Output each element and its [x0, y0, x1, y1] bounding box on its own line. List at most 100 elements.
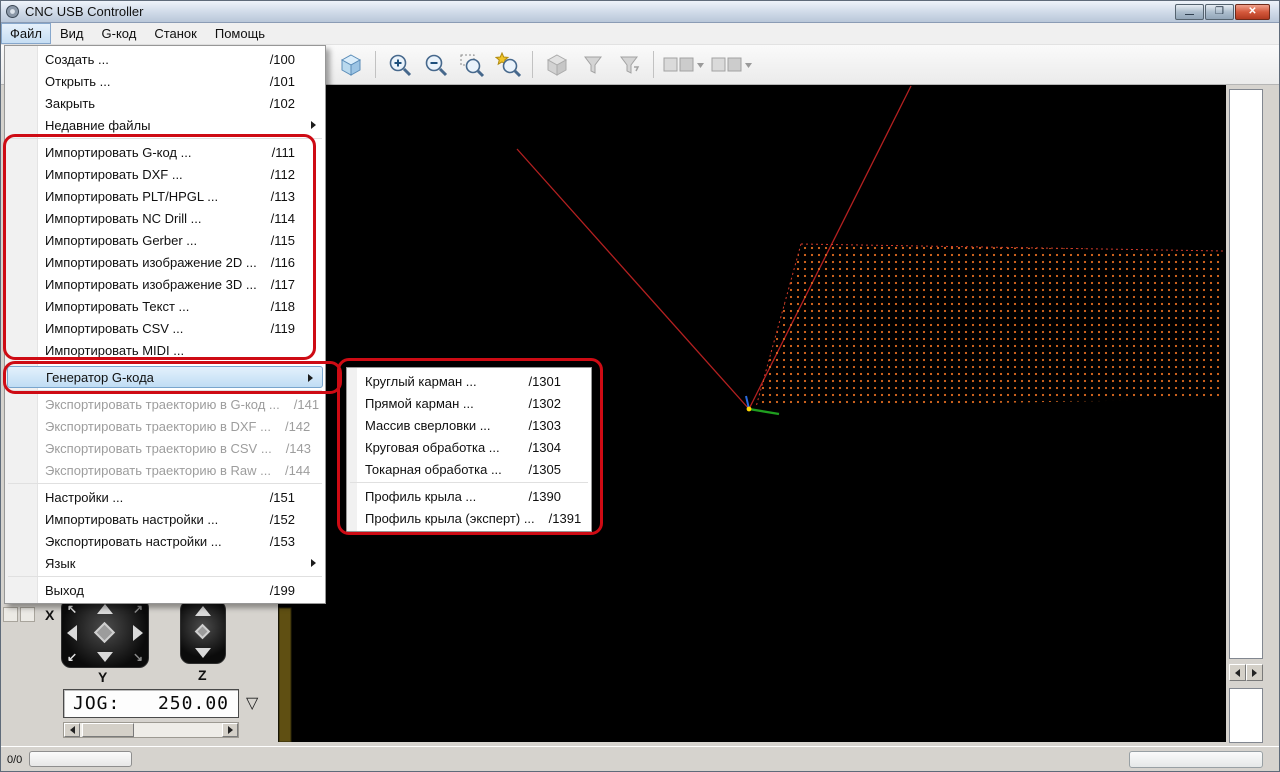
jog-z-minus-arrow[interactable] — [195, 648, 211, 658]
zoom-in-icon[interactable] — [382, 49, 418, 81]
menu-item-shortcut: /114 — [270, 210, 295, 226]
menu-item-shortcut: /143 — [285, 440, 311, 456]
menubar: Файл Вид G-код Станок Помощь — [1, 23, 1279, 45]
menu-item[interactable]: Профиль крыла (эксперт) ... /1391 — [347, 507, 591, 529]
menu-item-shortcut: /102 — [269, 95, 295, 111]
jog-center-stop[interactable] — [93, 621, 116, 644]
menu-item[interactable]: Импортировать Gerber ... /115 — [5, 229, 325, 251]
menu-item[interactable]: Импортировать изображение 2D ... /116 — [5, 251, 325, 273]
menu-item[interactable]: Токарная обработка ... /1305 — [347, 458, 591, 480]
menu-separator — [8, 483, 322, 484]
menubar-item[interactable]: Станок — [145, 23, 206, 44]
menu-item-shortcut: /1302 — [528, 395, 561, 411]
scroll-left-button[interactable] — [1229, 664, 1246, 681]
clipped-toolbar-icon — [3, 607, 18, 622]
jog-x-minus-arrow[interactable] — [67, 625, 77, 641]
jog-z-plus-arrow[interactable] — [195, 606, 211, 616]
menu-item-label: Настройки ... — [45, 489, 124, 505]
gcode-generator-submenu-popup: Круглый карман ... /1301 Прямой карман ...… — [346, 367, 592, 532]
menu-item-label: Массив сверловки ... — [365, 417, 491, 433]
menu-item[interactable]: Импортировать Текст ... /118 — [5, 295, 325, 317]
jog-value: 250.00 — [157, 693, 229, 714]
menu-item-label: Круглый карман ... — [365, 373, 477, 389]
jog-diagonal-sw-arrow[interactable]: ↙ — [67, 651, 77, 663]
menu-item[interactable]: Выход/199 — [5, 579, 325, 601]
menu-item-shortcut: /141 — [293, 396, 320, 412]
menu-item[interactable]: Импортировать настройки ... /152 — [5, 508, 325, 530]
maximize-button[interactable] — [1205, 4, 1234, 20]
axis-z-label: Z — [198, 667, 207, 683]
jog-z-center-stop[interactable] — [194, 623, 211, 640]
menu-item-label: Импортировать NC Drill ... — [45, 210, 202, 226]
menu-item-shortcut: /112 — [270, 166, 295, 182]
toolbar-separator — [375, 51, 376, 78]
close-button[interactable] — [1235, 4, 1270, 20]
jog-y-minus-arrow[interactable] — [97, 652, 113, 662]
window-buttons — [1174, 4, 1270, 20]
menu-item-label: Импортировать DXF ... — [45, 166, 183, 182]
menu-item[interactable]: Недавние файлы — [5, 114, 325, 136]
menu-item[interactable]: Импортировать CSV ... /119 — [5, 317, 325, 339]
jog-y-plus-arrow[interactable] — [97, 604, 113, 614]
zoom-window-icon[interactable] — [454, 49, 490, 81]
menu-item[interactable]: Прямой карман ... /1302 — [347, 392, 591, 414]
menubar-item[interactable]: G-код — [93, 23, 146, 44]
right-panel-hscrollbar — [1229, 664, 1263, 681]
transform-group-1-icon — [660, 49, 708, 81]
menu-item-shortcut: /100 — [269, 51, 295, 67]
menubar-item[interactable]: Помощь — [206, 23, 274, 44]
minimize-button[interactable] — [1175, 4, 1204, 20]
menu-item-label: Создать ... — [45, 51, 109, 67]
menu-item[interactable]: Генератор G-кода — [7, 366, 323, 388]
scrollbar-track[interactable] — [80, 723, 222, 737]
menu-item[interactable]: Импортировать MIDI ... — [5, 339, 325, 361]
menu-item[interactable]: Импортировать изображение 3D ... /117 — [5, 273, 325, 295]
menu-item[interactable]: Импортировать NC Drill ... /114 — [5, 207, 325, 229]
menu-item: Экспортировать траекторию в G-код ... /14… — [5, 393, 325, 415]
jog-x-plus-arrow[interactable] — [133, 625, 143, 641]
jog-dropdown-icon[interactable]: ▽ — [246, 693, 258, 713]
menu-item[interactable]: Круговая обработка ... /1304 — [347, 436, 591, 458]
menubar-item[interactable]: Вид — [51, 23, 93, 44]
menu-item[interactable]: Открыть ... /101 — [5, 70, 325, 92]
zoom-tool-icon[interactable] — [490, 49, 526, 81]
app-window: CNC USB Controller ФайлВидG-кодСтанокПом… — [0, 0, 1280, 772]
menubar-item[interactable]: Файл — [1, 23, 51, 44]
jog-diagonal-nw-arrow[interactable]: ↖ — [67, 603, 77, 615]
jog-pad-xy[interactable]: ↖ ↗ ↙ ↘ — [61, 598, 149, 668]
statusbar: 0/0 — [1, 746, 1279, 771]
jog-speed-scrollbar[interactable] — [63, 722, 239, 738]
menu-item[interactable]: Настройки ... /151 — [5, 486, 325, 508]
menu-item[interactable]: Импортировать DXF ... /112 — [5, 163, 325, 185]
axis-y-label: Y — [98, 669, 108, 685]
clipped-toolbar-icon — [20, 607, 35, 622]
menu-item[interactable]: Импортировать G-код ... /111 — [5, 141, 325, 163]
menu-item-label: Импортировать G-код ... — [45, 144, 192, 160]
menu-item-label: Закрыть — [45, 95, 96, 111]
menu-item[interactable]: Круглый карман ... /1301 — [347, 370, 591, 392]
scroll-right-button[interactable] — [1246, 664, 1263, 681]
scrollbar-thumb[interactable] — [82, 723, 134, 737]
jog-diagonal-ne-arrow[interactable]: ↗ — [133, 603, 143, 615]
menu-item-shortcut: /142 — [284, 418, 311, 434]
menu-item[interactable]: Импортировать PLT/HPGL ... /113 — [5, 185, 325, 207]
menu-item[interactable]: Создать ... /100 — [5, 48, 325, 70]
menu-item-label: Токарная обработка ... — [365, 461, 502, 477]
scroll-right-button[interactable] — [222, 723, 238, 737]
scroll-left-button[interactable] — [64, 723, 80, 737]
view-3d-cube-icon[interactable] — [333, 49, 369, 81]
jog-diagonal-se-arrow[interactable]: ↘ — [133, 651, 143, 663]
menu-item[interactable]: Закрыть/102 — [5, 92, 325, 114]
menu-item-label: Профиль крыла ... — [365, 488, 477, 504]
zoom-out-icon[interactable] — [418, 49, 454, 81]
menu-item[interactable]: Экспортировать настройки ... /153 — [5, 530, 325, 552]
menu-item-shortcut: /1305 — [528, 461, 561, 477]
menu-item-label: Импортировать PLT/HPGL ... — [45, 188, 219, 204]
menu-item[interactable]: Массив сверловки ... /1303 — [347, 414, 591, 436]
menu-item[interactable]: Язык — [5, 552, 325, 574]
menu-item[interactable]: Профиль крыла ... /1390 — [347, 485, 591, 507]
menu-separator — [8, 138, 322, 139]
menu-item-label: Круговая обработка ... — [365, 439, 500, 455]
jog-pad-z[interactable] — [180, 600, 226, 664]
line-counter: 0/0 — [7, 754, 23, 766]
